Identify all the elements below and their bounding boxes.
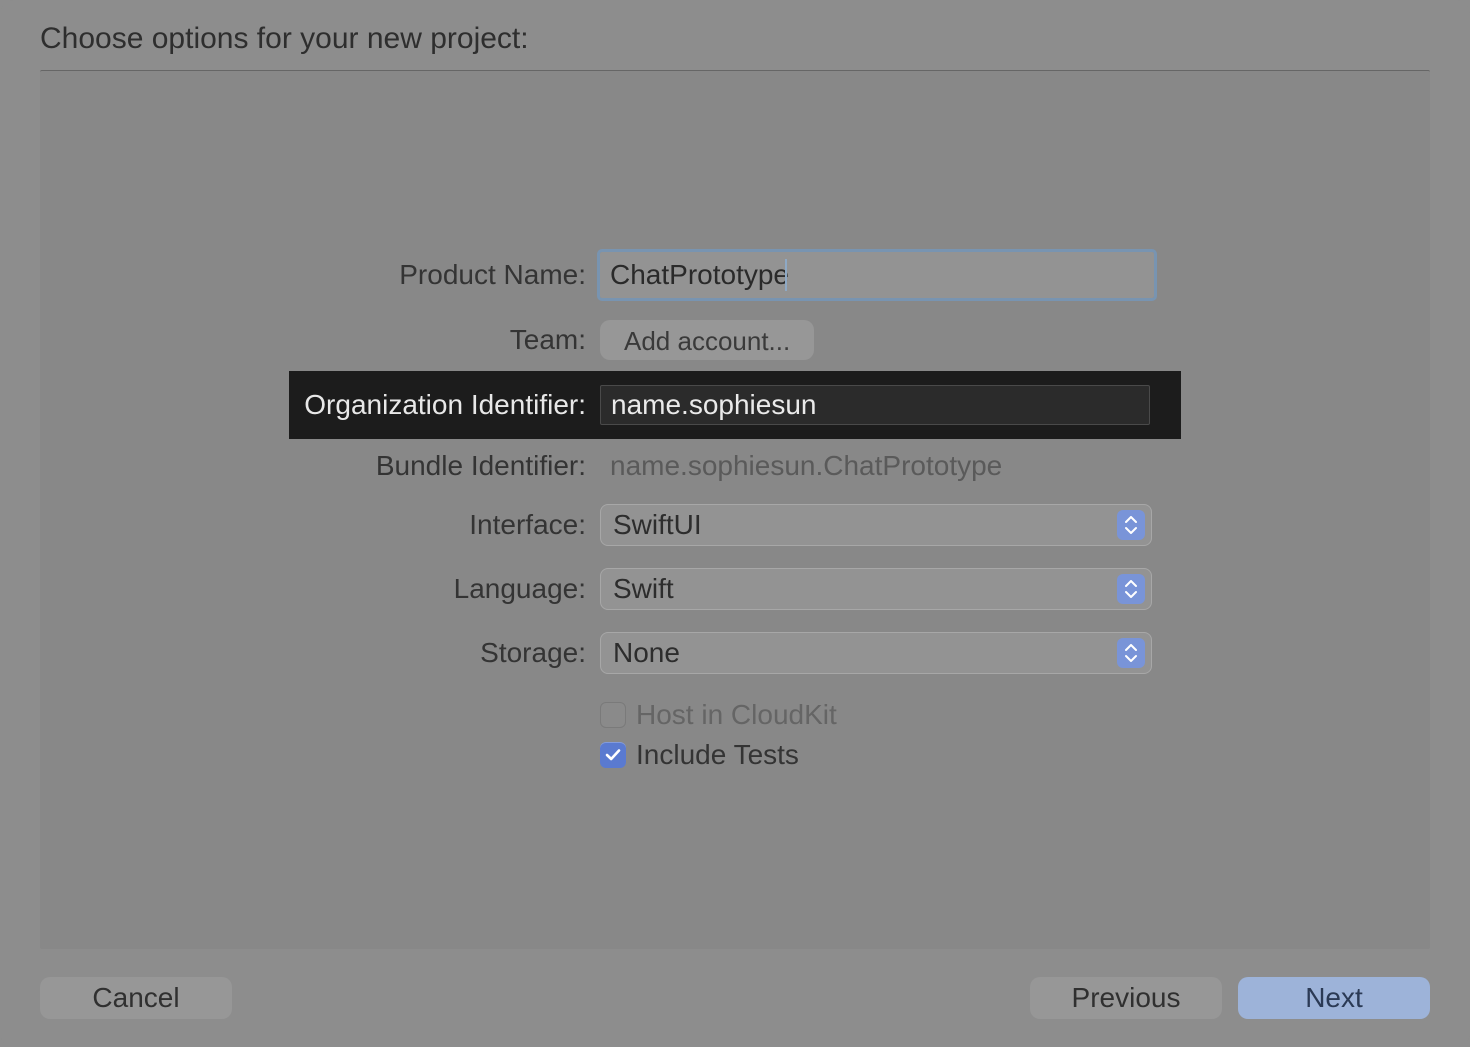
- interface-select[interactable]: SwiftUI: [600, 504, 1152, 546]
- label-language: Language:: [300, 573, 600, 605]
- row-org-id: Organization Identifier:: [289, 371, 1181, 439]
- dialog-title: Choose options for your new project:: [40, 22, 1430, 56]
- next-button[interactable]: Next: [1238, 977, 1430, 1019]
- add-account-button[interactable]: Add account...: [600, 320, 814, 360]
- cloudkit-label: Host in CloudKit: [636, 699, 837, 731]
- product-name-input[interactable]: [600, 252, 1154, 298]
- text-caret: [785, 259, 787, 291]
- row-include-tests: Include Tests: [300, 735, 1170, 775]
- row-interface: Interface: SwiftUI: [300, 493, 1170, 557]
- label-product-name: Product Name:: [300, 259, 600, 291]
- include-tests-checkbox[interactable]: [600, 742, 626, 768]
- previous-button[interactable]: Previous: [1030, 977, 1222, 1019]
- bundle-id-value: name.sophiesun.ChatPrototype: [600, 450, 1002, 482]
- dialog-footer: Cancel Previous Next: [40, 949, 1430, 1019]
- form: Product Name: Team: Add account... Organ…: [300, 241, 1170, 775]
- row-product-name: Product Name:: [300, 241, 1170, 309]
- row-storage: Storage: None: [300, 621, 1170, 685]
- label-interface: Interface:: [300, 509, 600, 541]
- label-bundle-id: Bundle Identifier:: [300, 450, 600, 482]
- language-value: Swift: [601, 573, 1117, 605]
- updown-icon: [1117, 510, 1145, 540]
- label-org-id: Organization Identifier:: [300, 389, 600, 421]
- row-team: Team: Add account...: [300, 309, 1170, 371]
- row-cloudkit: Host in CloudKit: [300, 695, 1170, 735]
- row-language: Language: Swift: [300, 557, 1170, 621]
- updown-icon: [1117, 638, 1145, 668]
- updown-icon: [1117, 574, 1145, 604]
- check-icon: [604, 746, 622, 764]
- storage-select[interactable]: None: [600, 632, 1152, 674]
- storage-value: None: [601, 637, 1117, 669]
- options-panel: Product Name: Team: Add account... Organ…: [40, 70, 1430, 949]
- label-storage: Storage:: [300, 637, 600, 669]
- interface-value: SwiftUI: [601, 509, 1117, 541]
- include-tests-label: Include Tests: [636, 739, 799, 771]
- cloudkit-checkbox: [600, 702, 626, 728]
- label-team: Team:: [300, 324, 600, 356]
- new-project-dialog: Choose options for your new project: Pro…: [0, 0, 1470, 1047]
- organization-identifier-input[interactable]: [600, 385, 1150, 425]
- language-select[interactable]: Swift: [600, 568, 1152, 610]
- cancel-button[interactable]: Cancel: [40, 977, 232, 1019]
- row-bundle-id: Bundle Identifier: name.sophiesun.ChatPr…: [300, 439, 1170, 493]
